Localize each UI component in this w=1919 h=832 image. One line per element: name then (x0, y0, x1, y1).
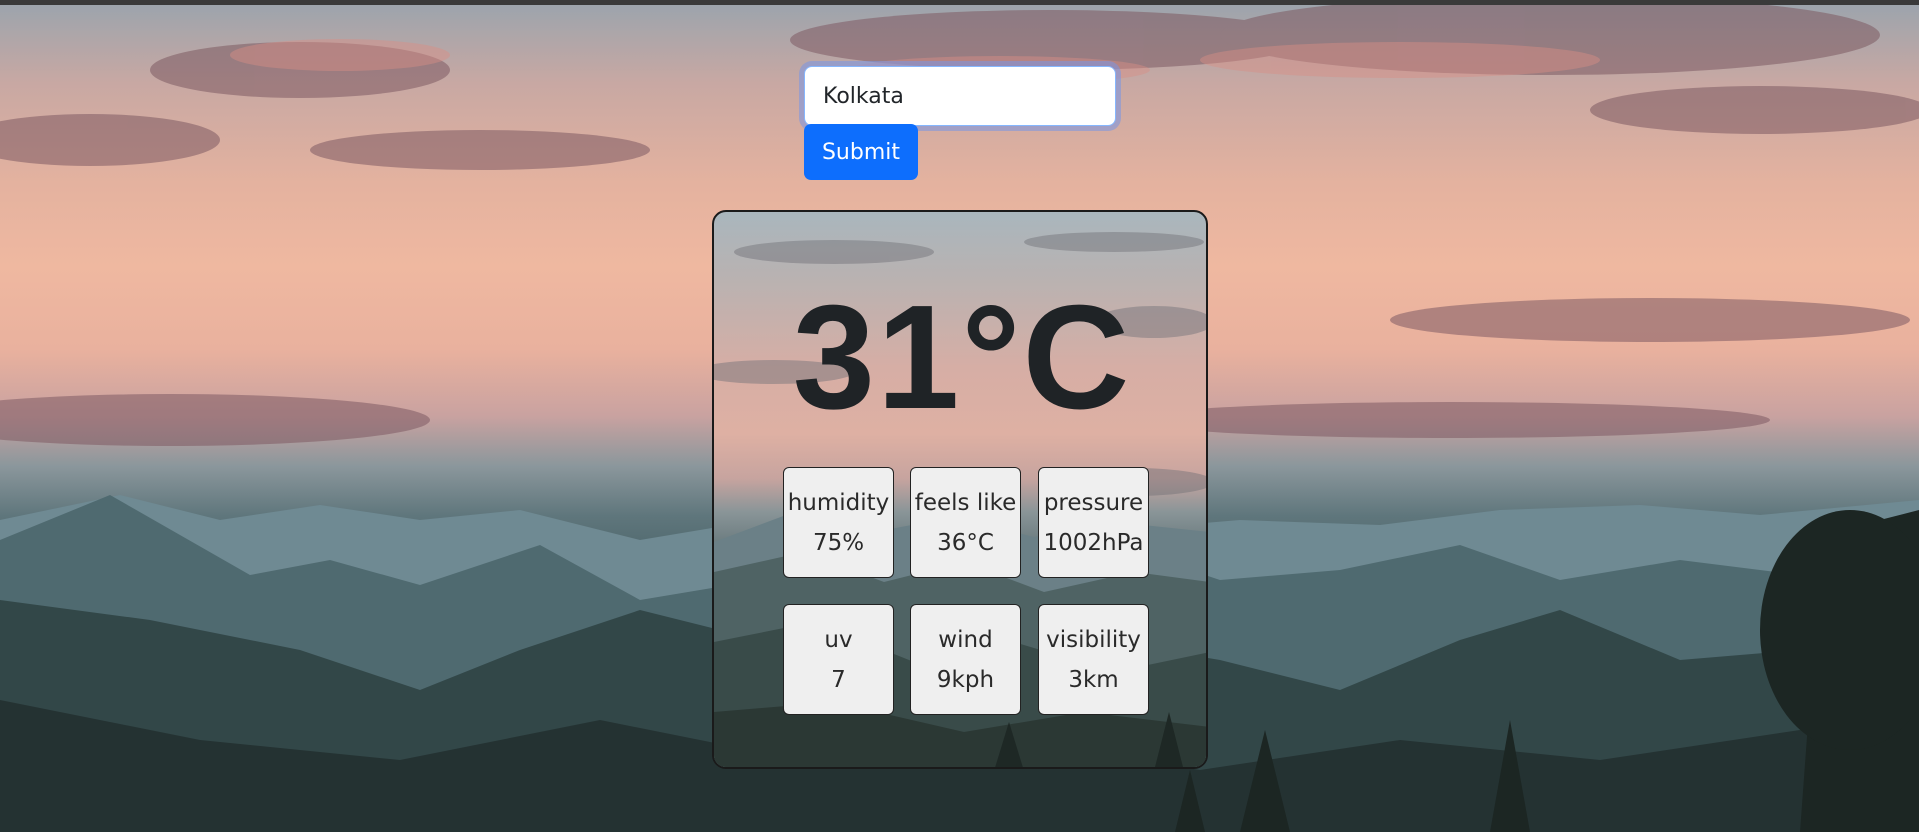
stat-tile-uv: uv 7 (783, 604, 894, 715)
stat-label: feels like (914, 490, 1017, 516)
stat-label: humidity (787, 490, 890, 516)
submit-button[interactable]: Submit (804, 124, 918, 180)
stat-value: 75% (812, 530, 865, 556)
stat-tile-feels-like: feels like 36°C (910, 467, 1021, 578)
weather-card: 31°C humidity 75% feels like 36°C pressu… (712, 210, 1208, 769)
stat-label: uv (824, 627, 853, 653)
stat-value: 3km (1068, 667, 1119, 693)
stat-value: 36°C (937, 530, 994, 556)
stat-label: visibility (1046, 627, 1141, 653)
stat-label: wind (938, 627, 993, 653)
stat-tile-visibility: visibility 3km (1038, 604, 1149, 715)
stat-value: 9kph (936, 667, 995, 693)
city-search-input[interactable] (804, 66, 1116, 126)
temperature-display: 31°C (792, 275, 1132, 440)
stat-value: 7 (831, 667, 846, 693)
stat-value: 1002hPa (1043, 530, 1144, 556)
stat-label: pressure (1043, 490, 1144, 516)
stat-tile-humidity: humidity 75% (783, 467, 894, 578)
stat-tile-wind: wind 9kph (910, 604, 1021, 715)
stat-tile-pressure: pressure 1002hPa (1038, 467, 1149, 578)
window-top-edge (0, 0, 1919, 5)
city-search-form (804, 66, 1116, 126)
